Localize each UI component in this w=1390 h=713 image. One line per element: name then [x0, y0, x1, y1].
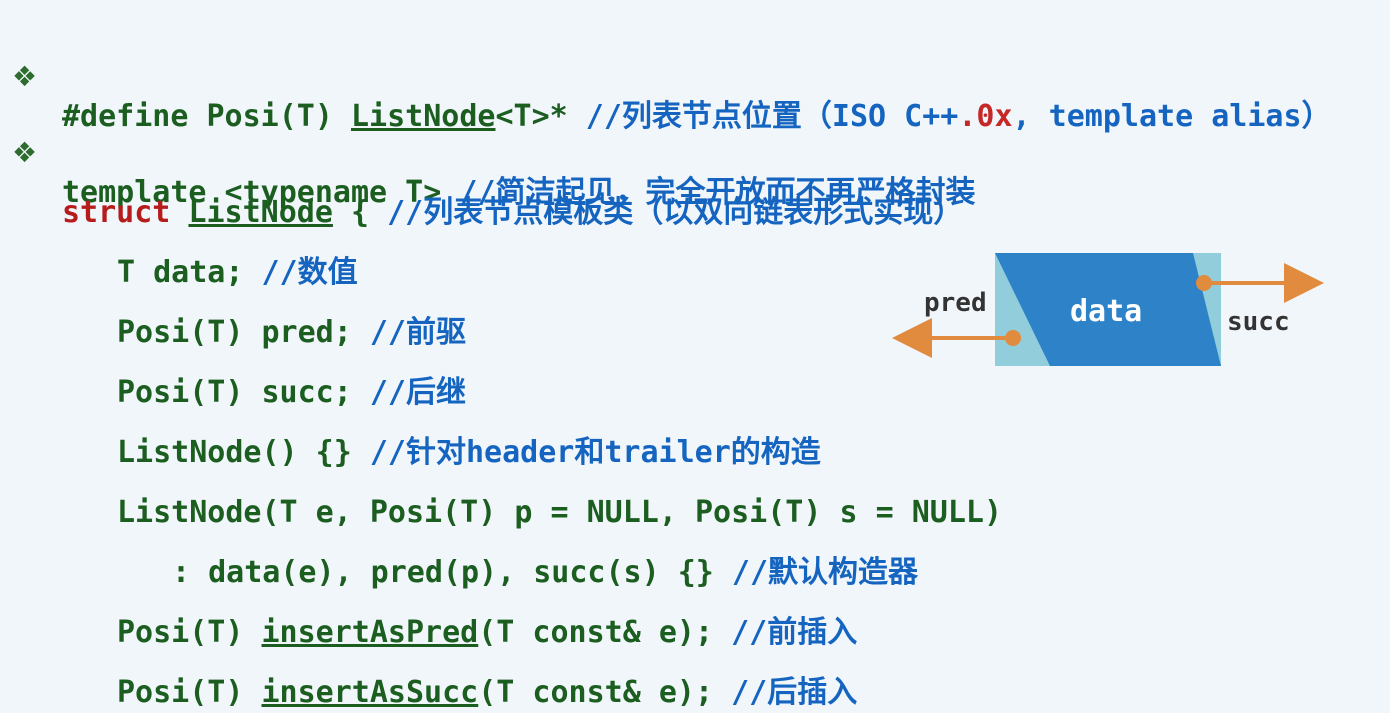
initializer-comment: //默认构造器 — [731, 555, 919, 590]
line-10-content: Posi(T) insertAsPred(T const& e); //前插入 — [117, 613, 857, 653]
listnode-link[interactable]: ListNode — [351, 99, 496, 134]
insert-pred-comment: //前插入 — [731, 615, 858, 650]
code-line-6: Posi(T) succ; //后继 — [0, 333, 466, 410]
struct-comment: //列表节点模板类（以双向链表形式实现） — [387, 195, 964, 230]
define-comment-tail: , template alias） — [1012, 99, 1332, 134]
succ-member-code: Posi(T) succ; — [117, 375, 370, 410]
param-ctor-code: ListNode(T e, Posi(T) p = NULL, Posi(T) … — [117, 495, 1003, 530]
code-line-11: Posi(T) insertAsSucc(T const& e); //后插入 — [0, 633, 857, 710]
pred-member-comment: //前驱 — [369, 315, 466, 350]
struct-keyword: struct — [62, 195, 189, 230]
insert-succ-params: (T const& e); — [478, 675, 732, 710]
define-code-tail: <T>* — [495, 99, 586, 134]
line-6-content: Posi(T) succ; //后继 — [117, 373, 466, 413]
line-7-content: ListNode() {} //针对header和trailer的构造 — [117, 433, 821, 473]
line-11-content: Posi(T) insertAsSucc(T const& e); //后插入 — [117, 673, 857, 713]
line-9-content: : data(e), pred(p), succ(s) {} //默认构造器 — [172, 553, 918, 593]
insert-as-succ-link[interactable]: insertAsSucc — [262, 675, 479, 710]
succ-label: succ — [1227, 307, 1290, 337]
insert-as-pred-link[interactable]: insertAsPred — [262, 615, 479, 650]
code-line-10: Posi(T) insertAsPred(T const& e); //前插入 — [0, 573, 857, 650]
succ-arrow-origin — [1196, 275, 1212, 291]
data-member-comment: //数值 — [261, 255, 358, 290]
code-line-4: T data; //数值 — [0, 213, 358, 290]
default-ctor-code: ListNode() {} — [117, 435, 370, 470]
listnode-struct-link[interactable]: ListNode — [188, 195, 333, 230]
define-comment-version: .0x — [958, 99, 1013, 134]
insert-succ-return: Posi(T) — [117, 675, 262, 710]
data-member-code: T data; — [117, 255, 262, 290]
line-4-content: T data; //数值 — [117, 253, 358, 293]
line-5-content: Posi(T) pred; //前驱 — [117, 313, 466, 353]
define-comment: //列表节点位置（ISO C++ — [585, 99, 959, 134]
code-line-9: : data(e), pred(p), succ(s) {} //默认构造器 — [0, 513, 918, 590]
struct-brace: { — [332, 195, 388, 230]
initializer-code: : data(e), pred(p), succ(s) {} — [172, 555, 732, 590]
code-line-1: ❖ #define Posi(T) ListNode<T>* //列表节点位置（… — [0, 17, 1332, 134]
line-3-content: struct ListNode { //列表节点模板类（以双向链表形式实现） — [62, 193, 963, 233]
insert-pred-return: Posi(T) — [117, 615, 262, 650]
code-line-7: ListNode() {} //针对header和trailer的构造 — [0, 393, 821, 470]
insert-succ-comment: //后插入 — [731, 675, 858, 710]
bullet-icon: ❖ — [12, 60, 38, 93]
data-label: data — [1070, 294, 1142, 329]
default-ctor-comment: //针对header和trailer的构造 — [369, 435, 821, 470]
insert-pred-params: (T const& e); — [478, 615, 732, 650]
succ-member-comment: //后继 — [369, 375, 466, 410]
code-line-2: ❖ template <typename T> //简洁起见，完全开放而不再严格… — [0, 93, 975, 210]
pred-label: pred — [924, 288, 987, 318]
pred-arrow-origin — [1005, 330, 1021, 346]
code-line-8: ListNode(T e, Posi(T) p = NULL, Posi(T) … — [0, 453, 1002, 530]
code-line-3: struct ListNode { //列表节点模板类（以双向链表形式实现） — [0, 153, 963, 230]
line-1-content: #define Posi(T) ListNode<T>* //列表节点位置（IS… — [62, 97, 1332, 137]
list-node-diagram: pred data succ — [892, 253, 1324, 366]
define-code: #define Posi(T) — [62, 99, 351, 134]
code-line-5: Posi(T) pred; //前驱 — [0, 273, 466, 350]
pred-member-code: Posi(T) pred; — [117, 315, 370, 350]
